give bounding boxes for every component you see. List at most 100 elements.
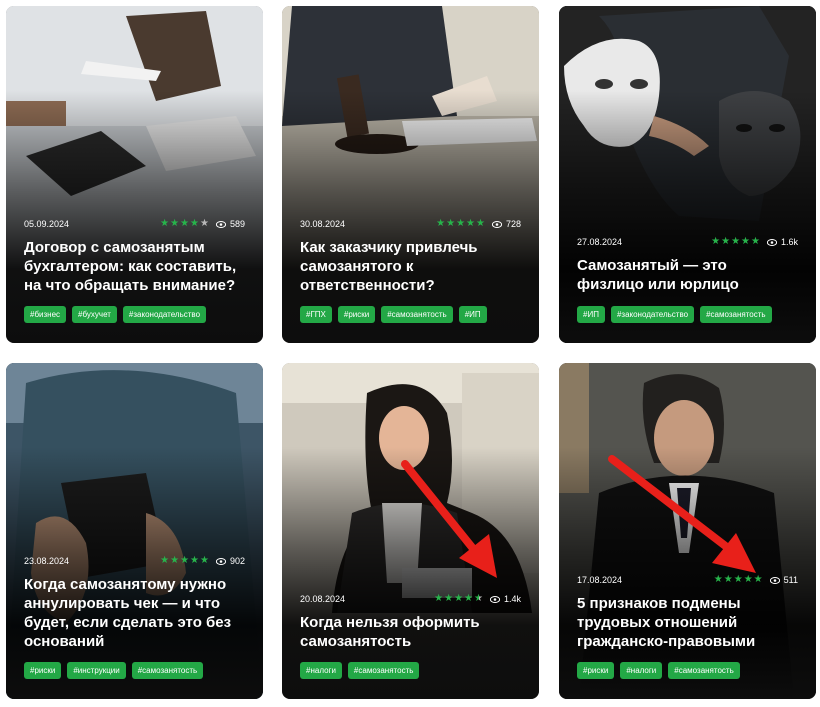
tag[interactable]: #бухучет [72,306,117,323]
card-meta: 17.08.2024 ★ ★ ★ ★ ★ 511 [577,575,798,586]
views-count: 1.4k [503,594,521,604]
views-counter: 1.4k [489,594,521,604]
card-meta: 27.08.2024 ★ ★ ★ ★ ★ 1.6k [577,236,798,248]
card-meta: 05.09.2024 ★ ★ ★ ★ ★ 589 [24,219,245,230]
views-count: 589 [229,219,245,229]
rating-stars: ★ ★ ★ ★ ★ [434,594,483,604]
star-icon: ★ [446,218,456,229]
article-title[interactable]: Договор с самозанятым бухгалтером: как с… [24,238,249,295]
star-icon: ★ [160,218,170,229]
tag[interactable]: #законодательство [122,306,207,323]
star-icon: ★ [476,218,485,229]
views-count: 1.6k [780,237,798,247]
tag[interactable]: #налоги [300,662,342,679]
star-icon: ★ [466,218,475,229]
card-meta: 20.08.2024 ★ ★ ★ ★ ★ 1.4k [300,594,521,605]
views-count: 511 [783,575,798,585]
tag-list: #ИП #законодательство #самозанятость [577,306,806,323]
tag[interactable]: #самозанятость [700,306,772,323]
tag[interactable]: #самозанятость [347,662,420,679]
article-card[interactable]: 17.08.2024 ★ ★ ★ ★ ★ 511 5 признаков подмены… [559,363,816,699]
eye-icon [491,220,502,228]
tag[interactable]: #ИП [577,306,605,323]
tag[interactable]: #законодательство [610,306,695,323]
tag[interactable]: #инструкции [67,662,126,679]
article-title[interactable]: Как заказчику привлечь самозанятого к от… [300,238,511,295]
tag-list: #риски #инструкции #самозанятость [24,662,253,679]
article-card[interactable]: 05.09.2024 ★ ★ ★ ★ ★ 589 Договор с самозанят… [6,6,263,343]
tag[interactable]: #ГПХ [300,306,332,323]
rating-stars: ★ ★ ★ ★ ★ [436,219,485,229]
star-icon: ★ [741,236,751,247]
article-date: 23.08.2024 [24,556,70,566]
star-icon: ★ [200,555,209,566]
star-icon: ★ [753,574,763,585]
article-grid: 05.09.2024 ★ ★ ★ ★ ★ 589 Договор с самозанят… [0,0,820,707]
star-icon: ★ [751,236,760,247]
article-title[interactable]: Когда самозанятому нужно аннулировать че… [24,575,245,651]
article-date: 30.08.2024 [300,219,346,229]
tag[interactable]: #самозанятость [131,662,204,679]
star-icon: ★ [160,555,170,566]
eye-icon [766,238,777,246]
article-card[interactable]: 27.08.2024 ★ ★ ★ ★ ★ 1.6k Самозанятый — это … [559,6,816,343]
article-card[interactable]: 30.08.2024 ★ ★ ★ ★ ★ 728 Как заказчику привл… [282,6,539,343]
rating-stars: ★ ★ ★ ★ ★ [160,219,209,229]
star-icon: ★ [170,218,180,229]
views-counter: 728 [491,219,521,229]
tag[interactable]: #налоги [620,662,663,679]
article-date: 27.08.2024 [577,237,623,247]
article-date: 20.08.2024 [300,594,346,604]
article-title[interactable]: Самозанятый — это физлицо или юрлицо [577,256,756,294]
article-title[interactable]: 5 признаков подмены трудовых отношений г… [577,594,776,651]
star-icon: ★ [723,574,733,585]
star-icon: ★ [721,236,731,247]
article-card[interactable]: 20.08.2024 ★ ★ ★ ★ ★ 1.4k Когда нельзя оформ… [282,363,539,699]
tag-list: #риски #налоги #самозанятость [577,662,806,679]
tag-list: #бизнес #бухучет #законодательство [24,306,253,323]
tag-list: #ГПХ #риски #самозанятость #ИП [300,306,529,323]
article-date: 05.09.2024 [24,219,70,229]
tag[interactable]: #самозанятость [668,662,740,679]
star-icon: ★ [713,574,723,585]
views-counter: 589 [215,219,245,229]
star-icon: ★ [180,218,190,229]
tag[interactable]: #риски [577,662,615,679]
views-count: 902 [229,556,245,566]
star-icon: ★ [731,236,741,247]
tag[interactable]: #бизнес [24,306,67,323]
rating-stars: ★ ★ ★ ★ ★ [160,556,209,566]
views-counter: 1.6k [766,237,798,247]
tag[interactable]: #самозанятость [381,306,453,323]
star-icon: ★ [454,593,464,604]
star-icon: ★ [180,555,190,566]
tag[interactable]: #риски [24,662,62,679]
star-icon: ★ [436,218,446,229]
views-counter: 902 [215,556,245,566]
star-icon: ★ [464,593,474,604]
article-card[interactable]: 23.08.2024 ★ ★ ★ ★ ★ 902 Когда самозанятому … [6,363,263,699]
tag[interactable]: #ИП [458,306,487,323]
star-icon: ★ [474,593,483,604]
card-meta: 23.08.2024 ★ ★ ★ ★ ★ 902 [24,556,245,567]
star-icon: ★ [200,218,209,229]
article-title[interactable]: Когда нельзя оформить самозанятость [300,613,499,651]
star-icon: ★ [456,218,466,229]
eye-icon [215,557,226,565]
star-icon: ★ [743,574,753,585]
eye-icon [489,595,500,603]
star-icon: ★ [733,574,743,585]
star-icon: ★ [444,593,454,604]
eye-icon [215,220,226,228]
star-icon: ★ [170,555,180,566]
star-icon: ★ [190,218,199,229]
star-icon: ★ [711,236,721,247]
views-counter: 511 [769,575,798,585]
tag-list: #налоги #самозанятость [300,662,529,679]
article-date: 17.08.2024 [577,575,623,585]
rating-stars: ★ ★ ★ ★ ★ [714,575,763,585]
eye-icon [769,576,780,584]
card-meta: 30.08.2024 ★ ★ ★ ★ ★ 728 [300,219,521,230]
tag[interactable]: #риски [337,306,376,323]
star-icon: ★ [434,593,444,604]
